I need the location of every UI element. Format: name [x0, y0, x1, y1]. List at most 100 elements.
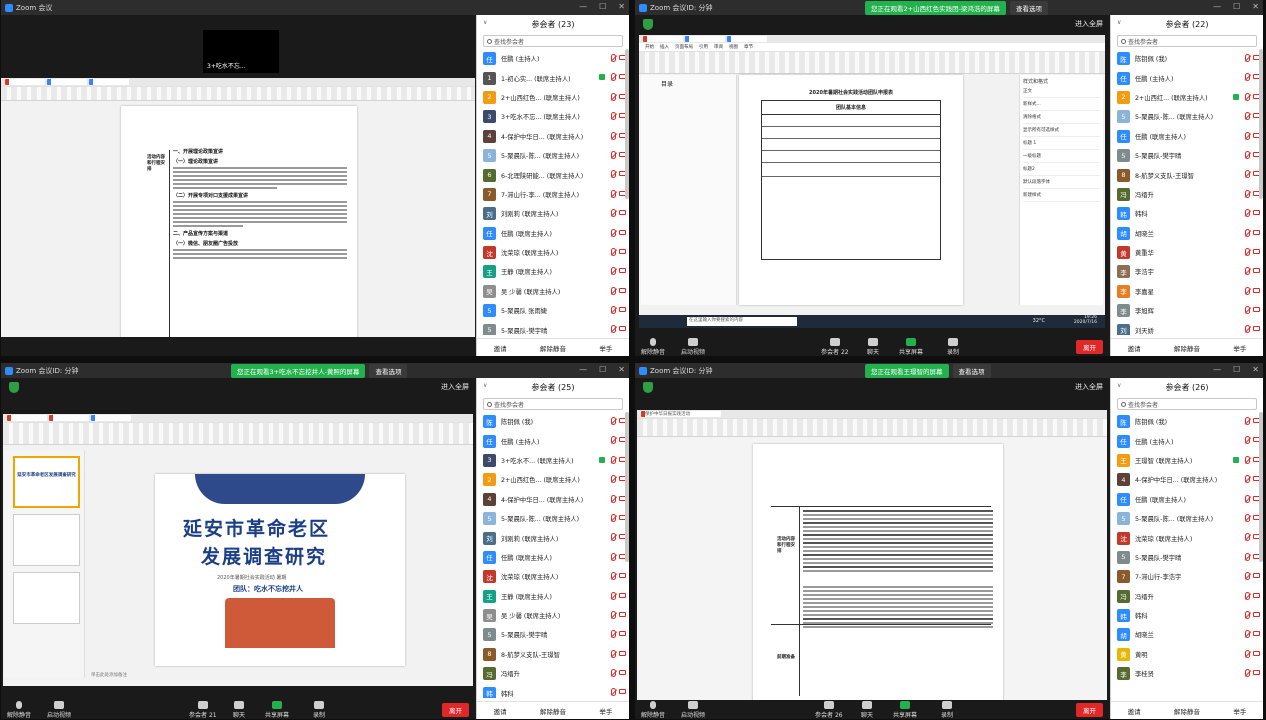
participant-row[interactable]: 5 5-聚晨队-樊宇晴: [477, 625, 629, 644]
participant-row[interactable]: 李李桂贤: [1111, 664, 1263, 683]
close-icon[interactable]: ✕: [618, 2, 625, 11]
participants-button[interactable]: 参会者 26: [815, 701, 843, 719]
participant-row[interactable]: 胡胡晓兰: [1111, 224, 1263, 243]
maximize-icon[interactable]: ☐: [1233, 365, 1240, 374]
video-tile[interactable]: 3+吃水不忘...: [203, 30, 279, 73]
participant-row[interactable]: 4 4-保护中华日... (联席主持人): [477, 490, 629, 509]
participant-row[interactable]: 胡胡晓兰: [1111, 625, 1263, 644]
raise-hand-button[interactable]: 举手: [599, 343, 612, 353]
close-icon[interactable]: ✕: [1252, 2, 1259, 11]
style-item[interactable]: 标题2: [1023, 163, 1100, 176]
unmute-button[interactable]: 解除静音: [641, 338, 665, 356]
participant-row[interactable]: 2 2+山西红色... (联席主持人): [477, 88, 629, 107]
scrollbar[interactable]: [1259, 49, 1263, 199]
chevron-down-icon[interactable]: ∨: [483, 382, 487, 389]
view-options-button[interactable]: 查看选项: [952, 363, 991, 378]
participant-row[interactable]: 5 5-聚晨队-樊宇晴: [477, 320, 629, 335]
chat-button[interactable]: 聊天: [861, 701, 873, 719]
invite-button[interactable]: 邀请: [494, 706, 507, 716]
slide-thumbnail[interactable]: [13, 514, 80, 566]
participants-button[interactable]: 参会者 21: [189, 701, 217, 719]
slide-notes[interactable]: 单击此处添加备注: [91, 672, 127, 678]
fullscreen-button[interactable]: 进入全屏: [441, 382, 469, 392]
style-item[interactable]: 新建样式: [1023, 189, 1100, 202]
unmute-button[interactable]: 解除静音: [641, 701, 665, 719]
close-icon[interactable]: ✕: [1252, 365, 1259, 374]
leave-button[interactable]: 离开: [1076, 703, 1103, 717]
start-video-button[interactable]: 启动视频: [47, 701, 71, 719]
share-screen-button[interactable]: 共享屏幕: [265, 701, 289, 719]
participant-row[interactable]: 刘刘刚莉 (联席主持人): [477, 528, 629, 547]
raise-hand-button[interactable]: 举手: [599, 706, 612, 716]
participant-row[interactable]: 5 5-聚晨队 张雨婕: [477, 301, 629, 320]
participant-row[interactable]: 任任鹏 (主持人): [1111, 431, 1263, 450]
leave-button[interactable]: 离开: [1076, 340, 1103, 354]
participant-row[interactable]: 王王静 (联席主持人): [477, 262, 629, 281]
record-button[interactable]: 录制: [947, 338, 959, 356]
scrollbar[interactable]: [1259, 412, 1263, 562]
participant-row[interactable]: 任任鹏 (主持人): [477, 431, 629, 450]
unmute-all-button[interactable]: 解除静音: [1174, 343, 1200, 353]
participant-row[interactable]: 5 5-聚晨队-樊宇晴: [1111, 548, 1263, 567]
unmute-all-button[interactable]: 解除静音: [1174, 706, 1200, 716]
participant-row[interactable]: 黄黄明: [1111, 645, 1263, 664]
participant-row[interactable]: 2 2+山西红... (联席主持人): [1111, 88, 1263, 107]
style-item[interactable]: 正文: [1023, 85, 1100, 98]
participant-row[interactable]: 李李旭辉: [1111, 301, 1263, 320]
participant-row[interactable]: 5 5-聚晨队-陈... (联席主持人): [477, 509, 629, 528]
maximize-icon[interactable]: ☐: [599, 365, 606, 374]
slide-thumbnail[interactable]: 延安市革命老区发展调查研究: [13, 456, 80, 508]
participant-row[interactable]: 冯冯缙升: [1111, 587, 1263, 606]
share-screen-button[interactable]: 共享屏幕: [893, 701, 917, 719]
participant-row[interactable]: 6 6-北理陕研能... (联席主持人): [477, 165, 629, 184]
participant-row[interactable]: 2 2+山西红色... (联席主持人): [477, 470, 629, 489]
participant-row[interactable]: 刘刘天娇: [1111, 320, 1263, 335]
search-input[interactable]: 查找参会者: [483, 398, 623, 410]
record-button[interactable]: 录制: [941, 701, 953, 719]
raise-hand-button[interactable]: 举手: [1233, 343, 1246, 353]
participant-row[interactable]: 韩韩科: [1111, 204, 1263, 223]
participant-row[interactable]: 8 8-航梦义支队-王璟智: [1111, 165, 1263, 184]
participant-row[interactable]: 吴吴 少馨 (联席主持人): [477, 282, 629, 301]
participant-row[interactable]: 陈陈钥佩 (我): [477, 412, 629, 431]
participant-row[interactable]: 陈陈钥佩 (我): [1111, 412, 1263, 431]
search-input[interactable]: 查找参会者: [1117, 35, 1257, 47]
participant-row[interactable]: 王王璟智 (联席主持人): [1111, 451, 1263, 470]
style-item[interactable]: 一级标题: [1023, 150, 1100, 163]
participant-row[interactable]: 沈沈荣琼 (联席主持人): [1111, 528, 1263, 547]
unmute-all-button[interactable]: 解除静音: [540, 706, 566, 716]
participant-row[interactable]: 5 5-聚晨队-陈... (联席主持人): [1111, 509, 1263, 528]
start-video-button[interactable]: 启动视频: [681, 338, 705, 356]
participant-row[interactable]: 任任鹏 (主持人): [477, 49, 629, 68]
participant-row[interactable]: 韩韩科: [477, 683, 629, 698]
participants-button[interactable]: 参会者 22: [821, 338, 849, 356]
scrollbar[interactable]: [625, 49, 629, 199]
participant-row[interactable]: 陈陈钥佩 (我): [1111, 49, 1263, 68]
unmute-all-button[interactable]: 解除静音: [540, 343, 566, 353]
chevron-down-icon[interactable]: ∨: [1117, 19, 1121, 26]
participant-row[interactable]: 5 5-聚晨队-陈... (联席主持人): [1111, 107, 1263, 126]
participant-row[interactable]: 8 8-航梦义支队-王璟智: [477, 645, 629, 664]
participant-row[interactable]: 7 7-滞山行-李浩宇: [1111, 567, 1263, 586]
participant-row[interactable]: 3 3+吃水不... (联席主持人): [477, 451, 629, 470]
participant-row[interactable]: 吴吴 少馨 (联席主持人): [477, 606, 629, 625]
participant-row[interactable]: 任任鹏 (联席主持人): [477, 548, 629, 567]
maximize-icon[interactable]: ☐: [599, 2, 606, 11]
leave-button[interactable]: 离开: [442, 703, 469, 717]
participant-row[interactable]: 任任鹏 (主持人): [1111, 68, 1263, 87]
record-button[interactable]: 录制: [313, 701, 325, 719]
maximize-icon[interactable]: ☐: [1233, 2, 1240, 11]
slide-thumbnail[interactable]: [13, 572, 80, 624]
view-options-button[interactable]: 查看选项: [1009, 0, 1048, 15]
participant-row[interactable]: 冯冯缙升: [477, 664, 629, 683]
participant-row[interactable]: 黄黄重华: [1111, 243, 1263, 262]
participant-row[interactable]: 李李浩宇: [1111, 262, 1263, 281]
participant-row[interactable]: 1 1-初心实... (联席主持人): [477, 68, 629, 87]
minimize-icon[interactable]: —: [579, 2, 587, 11]
participant-row[interactable]: 任任鹏 (联席主持人): [1111, 127, 1263, 146]
unmute-button[interactable]: 解除静音: [7, 701, 31, 719]
style-item[interactable]: 默认段落字体: [1023, 176, 1100, 189]
participant-row[interactable]: 冯冯缙升: [1111, 185, 1263, 204]
invite-button[interactable]: 邀请: [1128, 706, 1141, 716]
participant-row[interactable]: 王王静 (联席主持人): [477, 587, 629, 606]
